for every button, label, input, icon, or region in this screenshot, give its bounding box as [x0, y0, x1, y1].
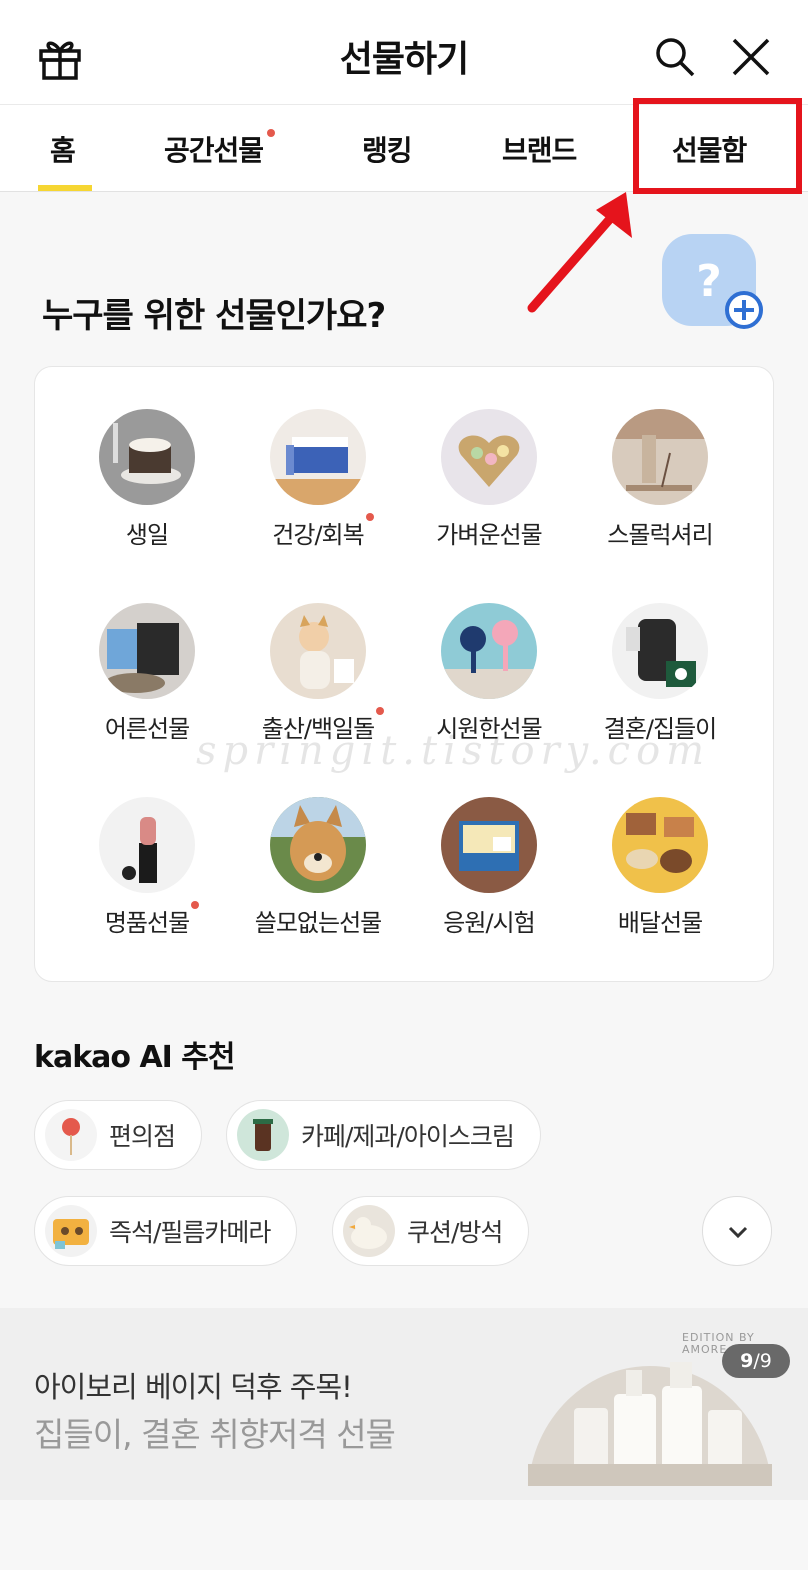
new-dot [376, 707, 385, 715]
chip-cushion[interactable]: 쿠션/방석 [332, 1196, 530, 1266]
dog-mask-image [270, 797, 366, 893]
category-luxury-gift[interactable]: 명품선물 [57, 797, 237, 938]
page-indicator: 9/9 [722, 1344, 790, 1378]
chip-convenience-store[interactable]: 편의점 [34, 1100, 203, 1170]
fan-image [441, 603, 537, 699]
category-health[interactable]: 건강/회복 [228, 409, 408, 550]
banner-title: 집들이, 결혼 취향저격 선물 [34, 1415, 396, 1454]
watermark: springit.tistory.com [196, 728, 711, 774]
gift-box-image [441, 797, 537, 893]
category-elder-gift[interactable]: 어른선물 [57, 603, 237, 744]
close-icon[interactable] [730, 36, 772, 78]
gift-bag-image [99, 603, 195, 699]
food-platter-image [612, 797, 708, 893]
tab-brand[interactable]: 브랜드 [502, 129, 577, 169]
annotation-highlight-box [633, 98, 802, 194]
cake-image [99, 409, 195, 505]
new-dot [267, 129, 276, 137]
health-product-image [270, 409, 366, 505]
tab-home[interactable]: 홈 [50, 129, 76, 169]
banner-bottom-strip [0, 1500, 808, 1570]
coffee-machine-image [612, 603, 708, 699]
category-small-luxury[interactable]: 스몰럭셔리 [570, 409, 750, 550]
macaron-image [441, 409, 537, 505]
camera-toy-icon [45, 1205, 97, 1257]
ai-brand-label: kakao AI [32, 1040, 174, 1075]
ai-suffix-label: 추천 [181, 1040, 235, 1075]
new-dot [365, 513, 374, 521]
svg-text:?: ? [696, 256, 722, 307]
category-useless-gift[interactable]: 쓸모없는선물 [228, 797, 408, 938]
cushion-icon [343, 1205, 395, 1257]
incense-image [612, 409, 708, 505]
question-heading: 누구를 위한 선물인가요? [42, 296, 386, 336]
category-cool-gift[interactable]: 시원한선물 [399, 603, 579, 744]
category-cheer-exam[interactable]: 응원/시험 [399, 797, 579, 938]
top-bar: 선물하기 [0, 0, 808, 104]
new-dot [191, 901, 200, 909]
chevron-down-icon[interactable] [702, 1196, 772, 1266]
category-birthday[interactable]: 생일 [57, 409, 237, 550]
lollipop-icon [45, 1109, 97, 1161]
chip-cafe-bakery[interactable]: 카페/제과/아이스크림 [226, 1100, 541, 1170]
coffee-cup-icon [237, 1109, 289, 1161]
annotation-arrow [520, 180, 650, 320]
category-baby[interactable]: 출산/백일돌 [228, 603, 408, 744]
category-grid: 생일 건강/회복 가벼운선물 스몰럭셔리 어른선물 출산/백일돌 시원한선물 결… [34, 366, 774, 982]
chip-instant-camera[interactable]: 즉석/필름카메라 [34, 1196, 298, 1266]
category-delivery-gift[interactable]: 배달선물 [570, 797, 750, 938]
category-wedding-housewarming[interactable]: 결혼/집들이 [570, 603, 750, 744]
tab-ranking[interactable]: 랭킹 [362, 129, 413, 169]
banner-subtitle: 아이보리 베이지 덕후 주목! [34, 1370, 353, 1404]
lipstick-image [99, 797, 195, 893]
tab-space-gift[interactable]: 공간선물 [164, 129, 276, 169]
ai-recommend-heading: kakao AI 추천 [32, 1032, 235, 1076]
question-add-icon[interactable]: ? [660, 232, 770, 332]
search-icon[interactable] [654, 36, 696, 78]
baby-image [270, 603, 366, 699]
active-tab-indicator [38, 185, 92, 191]
category-light-gift[interactable]: 가벼운선물 [399, 409, 579, 550]
